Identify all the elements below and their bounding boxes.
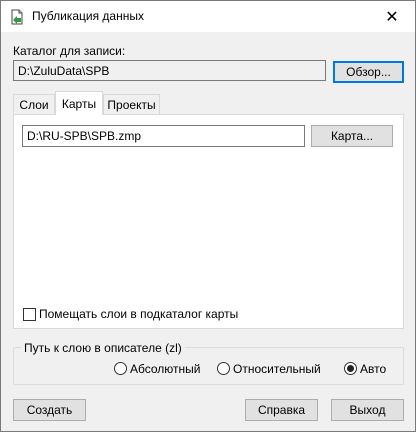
app-icon [9,9,25,25]
help-button[interactable]: Справка [245,399,318,421]
close-button[interactable]: ✕ [369,1,415,32]
catalog-path-value: D:\ZuluData\SPB [18,63,110,78]
publish-data-dialog: Публикация данных ✕ Каталог для записи: … [0,0,416,432]
title-bar: Публикация данных ✕ [1,1,415,32]
tab-projects[interactable]: Проекты [103,94,160,114]
catalog-label: Каталог для записи: [13,44,126,58]
browse-button[interactable]: Обзор... [333,61,404,83]
subfolder-checkbox-label[interactable]: Помещать слои в подкаталог карты [39,307,238,321]
map-button-label: Карта... [330,129,374,143]
tab-layers[interactable]: Слои [13,94,55,114]
create-button-label: Создать [26,403,73,417]
radio-auto[interactable] [344,362,357,375]
radio-auto-dot [347,365,354,372]
maps-tab-panel: D:\RU-SPB\SPB.zmp Карта... Помещать слои… [13,114,404,329]
catalog-path-field[interactable]: D:\ZuluData\SPB [13,60,326,81]
subfolder-checkbox[interactable] [23,308,36,321]
radio-relative-label[interactable]: Относительный [233,362,321,376]
map-button[interactable]: Карта... [311,125,393,147]
window-title: Публикация данных [32,9,144,23]
map-path-field[interactable]: D:\RU-SPB\SPB.zmp [22,125,305,147]
exit-button[interactable]: Выход [331,399,404,421]
radio-relative[interactable] [217,362,230,375]
tab-maps-label: Карты [61,96,97,111]
tab-layers-label: Слои [19,97,49,112]
radio-absolute-label[interactable]: Абсолютный [130,362,200,376]
tab-maps[interactable]: Карты [55,91,103,115]
exit-button-label: Выход [349,403,386,417]
browse-button-label: Обзор... [346,65,391,79]
radio-auto-label[interactable]: Авто [360,362,386,376]
create-button[interactable]: Создать [13,399,86,421]
layer-path-group-title: Путь к слою в описателе (zl) [21,341,185,355]
map-path-value: D:\RU-SPB\SPB.zmp [27,129,142,143]
tab-projects-label: Проекты [107,97,156,112]
help-button-label: Справка [257,403,306,417]
radio-absolute[interactable] [114,362,127,375]
close-icon: ✕ [385,8,399,26]
